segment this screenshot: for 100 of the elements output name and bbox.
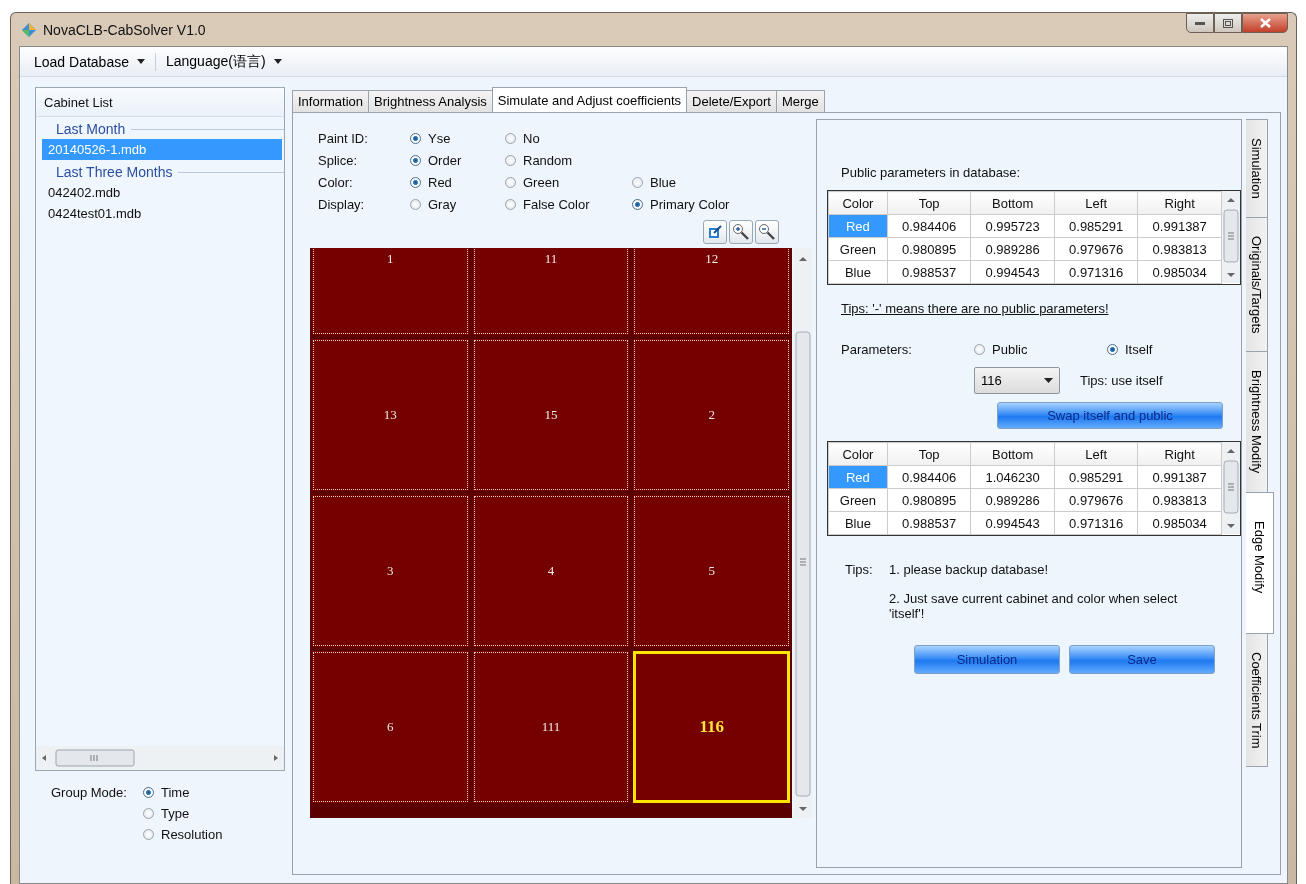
- cabinet-tile[interactable]: 5: [633, 495, 790, 647]
- cabinet-tile[interactable]: 4: [472, 495, 630, 647]
- table-cell: 0.988537: [887, 260, 971, 284]
- radio-option[interactable]: Public: [974, 342, 1107, 357]
- column-header[interactable]: Top: [887, 442, 971, 466]
- cabinet-tile[interactable]: 116: [633, 651, 790, 803]
- dropdown[interactable]: 116: [974, 367, 1060, 394]
- cabinet-tile[interactable]: 2: [633, 339, 790, 491]
- column-header[interactable]: Left: [1054, 442, 1138, 466]
- cabinet-tile[interactable]: 1: [312, 248, 469, 335]
- radio-option[interactable]: Random: [505, 153, 632, 168]
- side-tab[interactable]: Edge Modify: [1246, 491, 1274, 634]
- table-cell: 0.979676: [1054, 237, 1138, 261]
- radio-icon[interactable]: [505, 199, 516, 210]
- zoom-out-button[interactable]: [755, 220, 779, 244]
- radio-icon[interactable]: [505, 133, 516, 144]
- radio-option[interactable]: Time: [143, 785, 285, 800]
- table-cell: 0.985034: [1137, 260, 1222, 284]
- field-label: Group Mode:: [51, 785, 128, 802]
- list-item[interactable]: 042402.mdb: [42, 182, 282, 203]
- radio-icon[interactable]: [143, 829, 154, 840]
- field-label: Color:: [318, 175, 354, 190]
- column-header[interactable]: Top: [887, 191, 971, 215]
- cabinet-tile[interactable]: 11: [472, 248, 630, 335]
- cabinet-tile[interactable]: 111: [472, 651, 630, 803]
- table-cell: 0.994543: [970, 260, 1055, 284]
- menu-item[interactable]: Language(语言): [159, 50, 288, 73]
- column-header[interactable]: Color: [828, 442, 888, 466]
- list-header: Cabinet List: [36, 88, 284, 117]
- column-header[interactable]: Bottom: [970, 442, 1055, 466]
- radio-option[interactable]: Red: [410, 175, 505, 190]
- minimize-icon: [1195, 21, 1205, 25]
- vertical-scrollbar[interactable]: [794, 248, 812, 818]
- radio-option[interactable]: Primary Color: [632, 197, 812, 212]
- vertical-scrollbar[interactable]: [1222, 442, 1240, 534]
- radio-icon[interactable]: [632, 199, 643, 210]
- side-tab[interactable]: Originals/Targets: [1246, 216, 1268, 353]
- table-cell: Red: [828, 465, 888, 489]
- table-cell: 0.985291: [1054, 214, 1138, 238]
- table-cell: 0.971316: [1054, 260, 1138, 284]
- tab[interactable]: Information: [292, 90, 370, 112]
- tip-text: Tips: '-' means there are no public parameters!: [841, 301, 1109, 316]
- vertical-scrollbar[interactable]: [1222, 191, 1240, 283]
- tab[interactable]: Delete/Export: [686, 90, 777, 112]
- radio-option[interactable]: No: [505, 131, 632, 146]
- column-header[interactable]: Bottom: [970, 191, 1055, 215]
- radio-icon[interactable]: [505, 177, 516, 188]
- side-tab[interactable]: Brightness Modify: [1246, 351, 1268, 493]
- tab[interactable]: Simulate and Adjust coefficients: [491, 87, 688, 112]
- radio-icon[interactable]: [410, 177, 421, 188]
- edit-button[interactable]: [703, 220, 727, 244]
- radio-option[interactable]: Type: [143, 806, 285, 821]
- maximize-button[interactable]: [1214, 13, 1242, 33]
- radio-option[interactable]: Green: [505, 175, 632, 190]
- radio-icon[interactable]: [410, 155, 421, 166]
- radio-icon[interactable]: [974, 344, 985, 355]
- window-title: NovaCLB-CabSolver V1.0: [43, 21, 207, 38]
- radio-icon[interactable]: [143, 808, 154, 819]
- side-tab[interactable]: Coefficients Trim: [1246, 632, 1268, 768]
- table-cell: 0.989286: [970, 237, 1055, 261]
- radio-option[interactable]: Order: [410, 153, 505, 168]
- tip-text: 1. please backup database!: [889, 562, 1049, 577]
- cabinet-tile[interactable]: 12: [633, 248, 790, 335]
- column-header[interactable]: Left: [1054, 191, 1138, 215]
- table-cell: 0.984406: [887, 465, 971, 489]
- radio-icon[interactable]: [1107, 344, 1118, 355]
- radio-icon[interactable]: [410, 133, 421, 144]
- radio-option[interactable]: Itself: [1107, 342, 1241, 357]
- radio-icon[interactable]: [505, 155, 516, 166]
- close-button[interactable]: [1242, 13, 1288, 33]
- radio-option[interactable]: False Color: [505, 197, 632, 212]
- list-item[interactable]: 0424test01.mdb: [42, 203, 282, 224]
- radio-option[interactable]: Gray: [410, 197, 505, 212]
- cabinet-tile[interactable]: 6: [312, 651, 469, 803]
- cabinet-tile[interactable]: 15: [472, 339, 630, 491]
- group-header: Last Three Months: [56, 164, 173, 180]
- radio-icon[interactable]: [410, 199, 421, 210]
- table-cell: 0.989286: [970, 488, 1055, 512]
- column-header[interactable]: Color: [828, 191, 888, 215]
- column-header[interactable]: Right: [1137, 191, 1222, 215]
- radio-option[interactable]: Resolution: [143, 827, 285, 842]
- caret-icon: [1044, 378, 1053, 383]
- table-cell: 0.988537: [887, 511, 971, 535]
- radio-icon[interactable]: [632, 177, 643, 188]
- minimize-button[interactable]: [1186, 13, 1214, 33]
- horizontal-scrollbar[interactable]: [36, 746, 284, 770]
- radio-icon[interactable]: [143, 787, 154, 798]
- side-tab[interactable]: Simulation: [1246, 119, 1268, 218]
- radio-option[interactable]: Yse: [410, 131, 505, 146]
- cabinet-tile[interactable]: 13: [312, 339, 469, 491]
- tab[interactable]: Merge: [775, 90, 825, 112]
- zoom-in-button[interactable]: [729, 220, 753, 244]
- field-label: Paint ID:: [318, 131, 369, 146]
- column-header[interactable]: Right: [1137, 442, 1222, 466]
- menu-item[interactable]: Load Database: [28, 51, 151, 72]
- tab[interactable]: Brightness Analysis: [368, 90, 493, 112]
- zoom-in-icon: [732, 223, 750, 241]
- cabinet-tile[interactable]: 3: [312, 495, 469, 647]
- radio-option[interactable]: Blue: [632, 175, 812, 190]
- table-cell: 0.991387: [1137, 214, 1222, 238]
